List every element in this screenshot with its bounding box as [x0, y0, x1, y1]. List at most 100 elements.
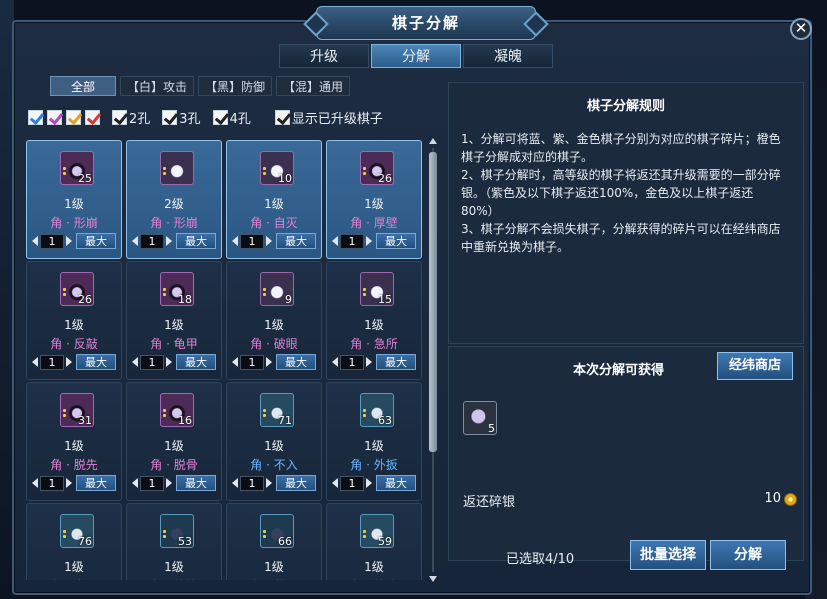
increase-arrow-icon[interactable]: [366, 478, 372, 488]
scroll-down-arrow-icon[interactable]: [429, 576, 437, 582]
max-button[interactable]: 最大: [276, 233, 316, 249]
piece-card[interactable]: 9 1级 角 · 破眼 1 最大: [226, 261, 322, 380]
quantity-input[interactable]: 1: [240, 354, 264, 370]
decompose-button[interactable]: 分解: [710, 540, 786, 570]
increase-arrow-icon[interactable]: [166, 478, 172, 488]
show-upgraded-checkbox[interactable]: [274, 110, 290, 125]
piece-card[interactable]: 53 1级 角 · 外势 1 最大: [126, 503, 222, 580]
increase-arrow-icon[interactable]: [166, 357, 172, 367]
max-button[interactable]: 最大: [276, 475, 316, 491]
show-upgraded-option[interactable]: 显示已升级棋子: [274, 108, 383, 127]
filter-mixed-general[interactable]: 【混】通用: [276, 76, 351, 96]
decrease-arrow-icon[interactable]: [332, 357, 338, 367]
decrease-arrow-icon[interactable]: [232, 478, 238, 488]
fragment-item-icon[interactable]: 5: [463, 401, 497, 435]
piece-card[interactable]: 59 1级 角 · 挖吃 1 最大: [326, 503, 422, 580]
scroll-up-arrow-icon[interactable]: [429, 138, 437, 144]
increase-arrow-icon[interactable]: [266, 236, 272, 246]
piece-card[interactable]: 2级 角 · 形崩 1 最大: [126, 140, 222, 259]
chess-piece-icon[interactable]: 15: [360, 272, 394, 306]
tab-condense[interactable]: 凝魄: [463, 44, 553, 68]
chess-piece-icon[interactable]: [160, 151, 194, 185]
piece-card[interactable]: 31 1级 角 · 脱先 1 最大: [26, 382, 122, 501]
increase-arrow-icon[interactable]: [366, 357, 372, 367]
max-button[interactable]: 最大: [176, 475, 216, 491]
chess-piece-icon[interactable]: 59: [360, 514, 394, 548]
piece-grid-scrollbar[interactable]: [429, 138, 437, 582]
piece-card[interactable]: 26 1级 角 · 厚壁 1 最大: [326, 140, 422, 259]
quantity-input[interactable]: 1: [240, 475, 264, 491]
chess-piece-icon[interactable]: 26: [360, 151, 394, 185]
increase-arrow-icon[interactable]: [66, 478, 72, 488]
piece-card[interactable]: 26 1级 角 · 反敲 1 最大: [26, 261, 122, 380]
max-button[interactable]: 最大: [76, 233, 116, 249]
quantity-input[interactable]: 1: [40, 233, 64, 249]
tab-upgrade[interactable]: 升级: [279, 44, 369, 68]
quantity-input[interactable]: 1: [340, 354, 364, 370]
decrease-arrow-icon[interactable]: [232, 357, 238, 367]
decrease-arrow-icon[interactable]: [132, 236, 138, 246]
decrease-arrow-icon[interactable]: [32, 236, 38, 246]
chess-piece-icon[interactable]: 76: [60, 514, 94, 548]
filter-white-attack[interactable]: 【白】攻击: [120, 76, 195, 96]
max-button[interactable]: 最大: [76, 354, 116, 370]
filter-black-defense[interactable]: 【黑】防御: [198, 76, 273, 96]
quantity-input[interactable]: 1: [40, 354, 64, 370]
decrease-arrow-icon[interactable]: [332, 236, 338, 246]
max-button[interactable]: 最大: [176, 233, 216, 249]
piece-card[interactable]: 16 1级 角 · 脱骨 1 最大: [126, 382, 222, 501]
decrease-arrow-icon[interactable]: [32, 478, 38, 488]
max-button[interactable]: 最大: [376, 233, 416, 249]
increase-arrow-icon[interactable]: [366, 236, 372, 246]
piece-card[interactable]: 10 1级 角 · 自灭 1 最大: [226, 140, 322, 259]
chess-piece-icon[interactable]: 66: [260, 514, 294, 548]
piece-card[interactable]: 63 1级 角 · 外扳 1 最大: [326, 382, 422, 501]
chess-piece-icon[interactable]: 16: [160, 393, 194, 427]
quantity-input[interactable]: 1: [240, 233, 264, 249]
chess-piece-icon[interactable]: 71: [260, 393, 294, 427]
piece-card[interactable]: 25 1级 角 · 形崩 1 最大: [26, 140, 122, 259]
increase-arrow-icon[interactable]: [166, 236, 172, 246]
max-button[interactable]: 最大: [376, 354, 416, 370]
decrease-arrow-icon[interactable]: [32, 357, 38, 367]
batch-select-button[interactable]: 批量选择: [630, 540, 706, 570]
piece-card[interactable]: 18 1级 角 · 龟甲 1 最大: [126, 261, 222, 380]
close-button[interactable]: ✕: [790, 18, 812, 40]
quantity-input[interactable]: 1: [140, 475, 164, 491]
decrease-arrow-icon[interactable]: [132, 357, 138, 367]
max-button[interactable]: 最大: [376, 475, 416, 491]
max-button[interactable]: 最大: [276, 354, 316, 370]
quantity-input[interactable]: 1: [40, 475, 64, 491]
decrease-arrow-icon[interactable]: [232, 236, 238, 246]
piece-card[interactable]: 76 1级 角 · 尖侵 1 最大: [26, 503, 122, 580]
max-button[interactable]: 最大: [176, 354, 216, 370]
scroll-thumb[interactable]: [429, 152, 437, 452]
quantity-input[interactable]: 1: [340, 233, 364, 249]
decrease-arrow-icon[interactable]: [332, 478, 338, 488]
quantity-input[interactable]: 1: [140, 233, 164, 249]
tab-decompose[interactable]: 分解: [371, 44, 461, 68]
decrease-arrow-icon[interactable]: [132, 478, 138, 488]
gold-quality-checkbox[interactable]: [66, 110, 81, 125]
three-hole-checkbox[interactable]: [162, 110, 178, 125]
piece-card[interactable]: 15 1级 角 · 急所 1 最大: [326, 261, 422, 380]
piece-card[interactable]: 66 1级 角 · 蔽眼 1 最大: [226, 503, 322, 580]
four-hole-option[interactable]: 4孔: [212, 108, 251, 127]
increase-arrow-icon[interactable]: [66, 236, 72, 246]
filter-all[interactable]: 全部: [50, 76, 116, 96]
chess-piece-icon[interactable]: 31: [60, 393, 94, 427]
two-hole-checkbox[interactable]: [112, 110, 127, 125]
increase-arrow-icon[interactable]: [266, 478, 272, 488]
three-hole-option[interactable]: 3孔: [162, 108, 201, 127]
chess-piece-icon[interactable]: 63: [360, 393, 394, 427]
chess-piece-icon[interactable]: 26: [60, 272, 94, 306]
chess-piece-icon[interactable]: 18: [160, 272, 194, 306]
increase-arrow-icon[interactable]: [266, 357, 272, 367]
quantity-input[interactable]: 1: [340, 475, 364, 491]
four-hole-checkbox[interactable]: [212, 110, 228, 125]
increase-arrow-icon[interactable]: [66, 357, 72, 367]
piece-card[interactable]: 71 1级 角 · 不入 1 最大: [226, 382, 322, 501]
chess-piece-icon[interactable]: 25: [60, 151, 94, 185]
chess-piece-icon[interactable]: 9: [260, 272, 294, 306]
orange-quality-checkbox[interactable]: [85, 110, 100, 125]
